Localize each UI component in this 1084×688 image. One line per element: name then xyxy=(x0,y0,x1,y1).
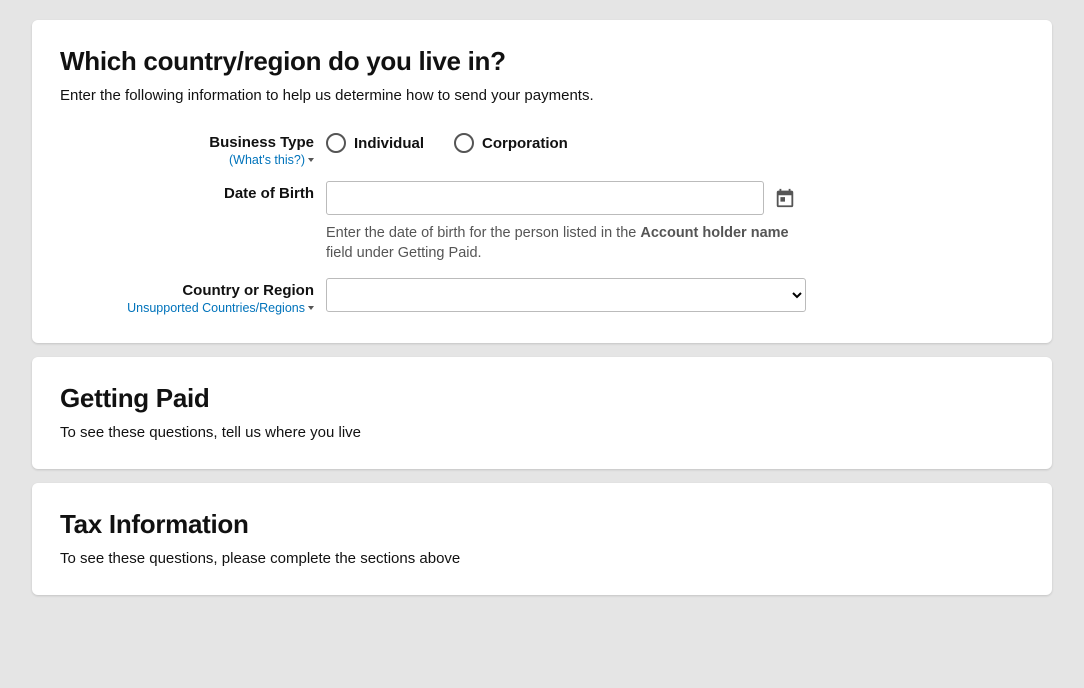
dob-row: Date of Birth Enter the date of birth fo… xyxy=(60,181,1024,264)
radio-corporation[interactable]: Corporation xyxy=(454,133,568,153)
country-label: Country or Region xyxy=(60,282,314,299)
section3-title: Tax Information xyxy=(60,509,1024,540)
calendar-icon[interactable] xyxy=(774,187,796,209)
dob-label: Date of Birth xyxy=(60,185,314,202)
section1-title: Which country/region do you live in? xyxy=(60,46,1024,77)
dob-help-text: Enter the date of birth for the person l… xyxy=(326,223,806,264)
section3-note: To see these questions, please complete … xyxy=(60,550,1024,567)
business-type-row: Business Type (What's this?) Individual … xyxy=(60,130,1024,167)
country-region-card: Which country/region do you live in? Ent… xyxy=(32,20,1052,343)
radio-individual[interactable]: Individual xyxy=(326,133,424,153)
country-row: Country or Region Unsupported Countries/… xyxy=(60,278,1024,315)
caret-down-icon xyxy=(308,158,314,162)
radio-icon xyxy=(454,133,474,153)
section2-title: Getting Paid xyxy=(60,383,1024,414)
section2-note: To see these questions, tell us where yo… xyxy=(60,424,1024,441)
dob-input[interactable] xyxy=(326,181,764,215)
getting-paid-card: Getting Paid To see these questions, tel… xyxy=(32,357,1052,469)
country-select[interactable] xyxy=(326,278,806,312)
caret-down-icon xyxy=(308,306,314,310)
unsupported-countries-link[interactable]: Unsupported Countries/Regions xyxy=(127,301,314,315)
business-type-label: Business Type xyxy=(60,134,314,151)
radio-icon xyxy=(326,133,346,153)
whats-this-link[interactable]: (What's this?) xyxy=(229,153,314,167)
tax-information-card: Tax Information To see these questions, … xyxy=(32,483,1052,595)
section1-subtitle: Enter the following information to help … xyxy=(60,87,1024,104)
